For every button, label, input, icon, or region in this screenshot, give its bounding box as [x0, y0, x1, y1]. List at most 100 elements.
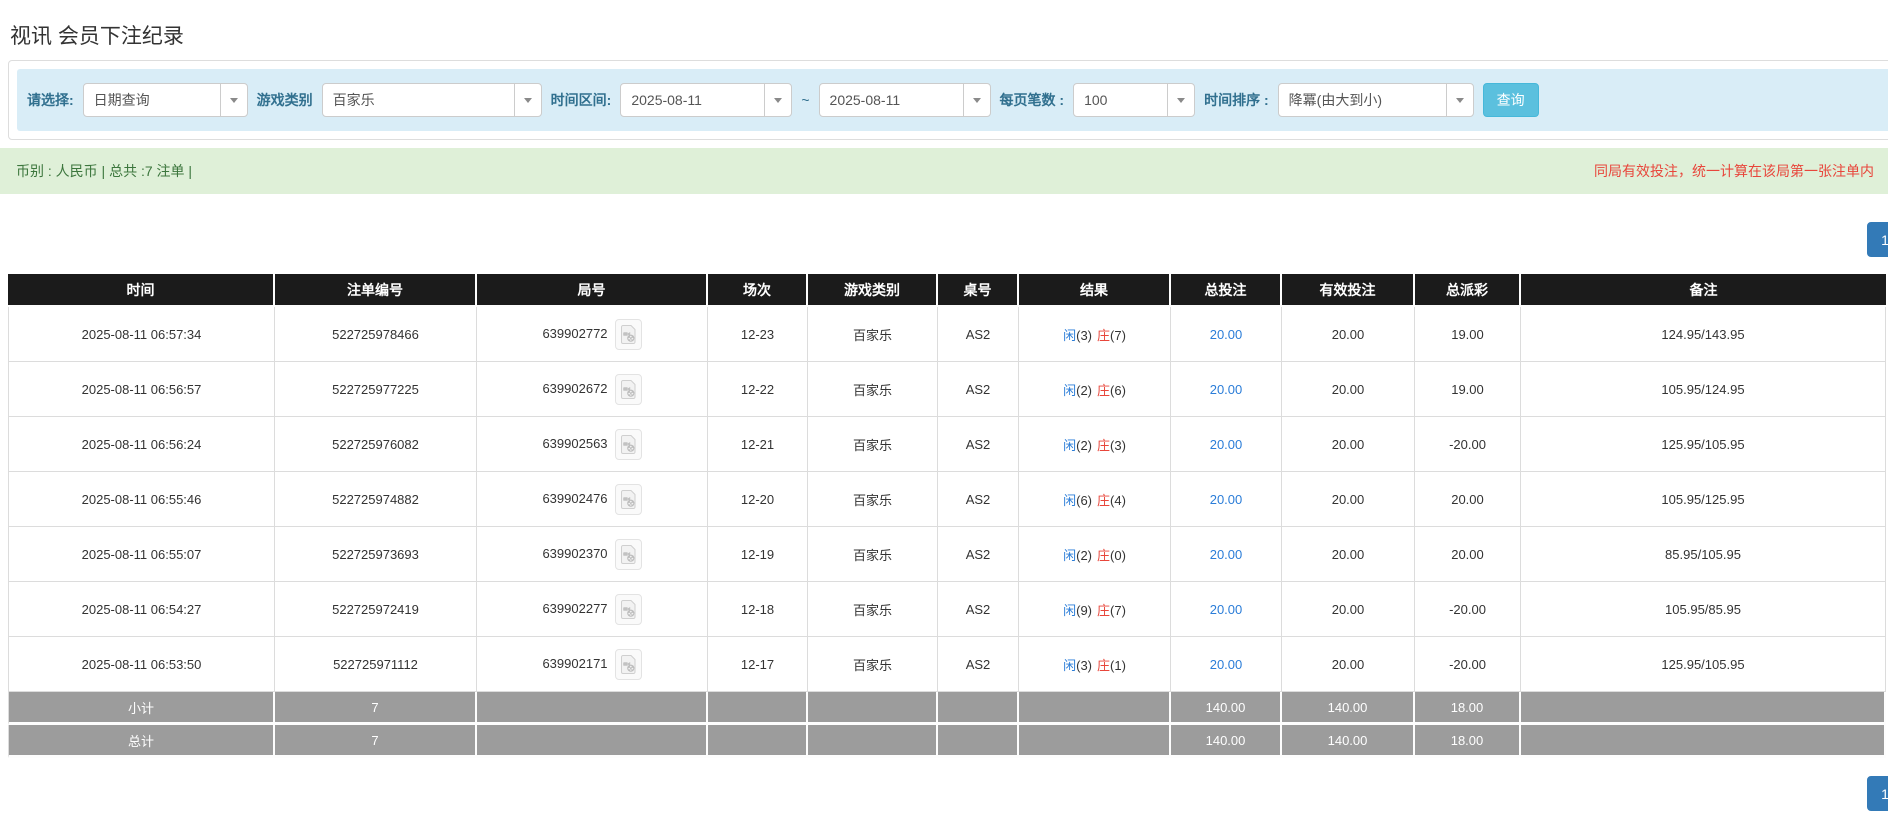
bet-records-table: 时间 注单编号 局号 场次 游戏类别 桌号 结果 总投注 有效投注 总派彩 备注…: [8, 274, 1886, 758]
cell-session: 12-18: [708, 582, 808, 637]
bet-total-link[interactable]: 20.00: [1210, 437, 1243, 452]
cell-payout: -20.00: [1415, 582, 1521, 637]
cell-table-no: AS2: [938, 527, 1019, 582]
search-button[interactable]: 查询: [1483, 83, 1539, 117]
result-banker-points: (4): [1110, 493, 1126, 508]
cell-valid-bet: 20.00: [1282, 307, 1415, 362]
result-player-label: 闲: [1063, 548, 1076, 563]
subtotal-bet-total: 140.00: [1171, 692, 1282, 725]
query-type-select[interactable]: 日期查询: [83, 83, 248, 117]
result-banker-points: (0): [1110, 548, 1126, 563]
grand-total-count: 7: [275, 725, 477, 758]
result-banker-label: 庄: [1097, 603, 1110, 618]
cell-bet-id: 522725978466: [275, 307, 477, 362]
range-separator: ~: [801, 92, 809, 108]
cell-table-no: AS2: [938, 637, 1019, 692]
result-banker-label: 庄: [1097, 548, 1110, 563]
cell-table-no: AS2: [938, 307, 1019, 362]
grand-total-label: 总计: [8, 725, 275, 758]
cell-bet-total: 20.00: [1171, 362, 1282, 417]
cell-session: 12-20: [708, 472, 808, 527]
chevron-down-icon: [514, 84, 541, 116]
bet-total-link[interactable]: 20.00: [1210, 492, 1243, 507]
date-range-label: 时间区间:: [551, 90, 612, 110]
table-row: 2025-08-11 06:57:34 522725978466 6399027…: [8, 307, 1886, 362]
page-size-select[interactable]: 100: [1073, 83, 1195, 117]
grand-total-payout: 18.00: [1415, 725, 1521, 758]
cell-game-type: 百家乐: [808, 637, 938, 692]
table-body: 2025-08-11 06:57:34 522725978466 6399027…: [8, 307, 1886, 692]
cell-bet-id: 522725971112: [275, 637, 477, 692]
cell-payout: 20.00: [1415, 472, 1521, 527]
bet-total-link[interactable]: 20.00: [1210, 382, 1243, 397]
result-player-label: 闲: [1063, 603, 1076, 618]
game-category-select[interactable]: 百家乐: [322, 83, 542, 117]
cell-time: 2025-08-11 06:55:46: [8, 472, 275, 527]
cell-game-type: 百家乐: [808, 527, 938, 582]
cell-table-no: AS2: [938, 417, 1019, 472]
result-player-points: (3): [1076, 658, 1092, 673]
filter-panel: 请选择: 日期查询 游戏类别 百家乐 时间区间: 2025-08-11 ~ 20…: [8, 60, 1888, 140]
cell-bet-id: 522725974882: [275, 472, 477, 527]
cell-table-no: AS2: [938, 472, 1019, 527]
cell-game-type: 百家乐: [808, 362, 938, 417]
cell-time: 2025-08-11 06:54:27: [8, 582, 275, 637]
cell-round: 639902672: [477, 362, 708, 417]
col-result: 结果: [1019, 274, 1171, 307]
date-from-value: 2025-08-11: [621, 84, 764, 116]
grand-total-row: 总计 7 140.00 140.00 18.00: [8, 725, 1886, 758]
table-row: 2025-08-11 06:56:24 522725976082 6399025…: [8, 417, 1886, 472]
video-record-icon[interactable]: [615, 539, 642, 570]
cell-payout: 19.00: [1415, 362, 1521, 417]
cell-payout: 19.00: [1415, 307, 1521, 362]
result-banker-points: (1): [1110, 658, 1126, 673]
video-record-icon[interactable]: [615, 649, 642, 680]
cell-bet-id: 522725977225: [275, 362, 477, 417]
result-player-points: (9): [1076, 603, 1092, 618]
query-type-value: 日期查询: [84, 84, 220, 116]
col-valid-bet: 有效投注: [1282, 274, 1415, 307]
result-player-points: (6): [1076, 493, 1092, 508]
cell-bet-total: 20.00: [1171, 637, 1282, 692]
video-record-icon[interactable]: [615, 484, 642, 515]
cell-session: 12-23: [708, 307, 808, 362]
sort-order-select[interactable]: 降冪(由大到小): [1278, 83, 1474, 117]
page-1-button[interactable]: 1: [1867, 776, 1888, 811]
cell-game-type: 百家乐: [808, 417, 938, 472]
cell-remark: 105.95/85.95: [1521, 582, 1886, 637]
video-record-icon[interactable]: [615, 374, 642, 405]
pagination-top: 1: [0, 194, 1888, 274]
video-record-icon[interactable]: [615, 429, 642, 460]
col-game-type: 游戏类别: [808, 274, 938, 307]
filter-bar: 请选择: 日期查询 游戏类别 百家乐 时间区间: 2025-08-11 ~ 20…: [17, 69, 1888, 131]
cell-result: 闲(3)庄(1): [1019, 637, 1171, 692]
page-size-value: 100: [1074, 84, 1167, 116]
cell-bet-total: 20.00: [1171, 307, 1282, 362]
page-1-button[interactable]: 1: [1867, 222, 1888, 257]
cell-result: 闲(6)庄(4): [1019, 472, 1171, 527]
date-from-select[interactable]: 2025-08-11: [620, 83, 792, 117]
date-to-select[interactable]: 2025-08-11: [819, 83, 991, 117]
page-title: 视讯 会员下注纪录: [10, 20, 1888, 46]
bet-total-link[interactable]: 20.00: [1210, 547, 1243, 562]
bet-total-link[interactable]: 20.00: [1210, 327, 1243, 342]
valid-bet-notice: 同局有效投注，统一计算在该局第一张注单内: [1594, 161, 1874, 181]
bet-total-link[interactable]: 20.00: [1210, 657, 1243, 672]
currency-total-text: 币别 : 人民币 | 总共 :7 注单 |: [16, 161, 192, 181]
summary-bar: 币别 : 人民币 | 总共 :7 注单 | 同局有效投注，统一计算在该局第一张注…: [0, 148, 1888, 194]
cell-result: 闲(2)庄(3): [1019, 417, 1171, 472]
chevron-down-icon: [1167, 84, 1194, 116]
cell-table-no: AS2: [938, 582, 1019, 637]
cell-remark: 125.95/105.95: [1521, 637, 1886, 692]
result-player-label: 闲: [1063, 658, 1076, 673]
result-banker-label: 庄: [1097, 438, 1110, 453]
video-record-icon[interactable]: [615, 319, 642, 350]
subtotal-count: 7: [275, 692, 477, 725]
col-bet-total: 总投注: [1171, 274, 1282, 307]
bet-total-link[interactable]: 20.00: [1210, 602, 1243, 617]
video-record-icon[interactable]: [615, 594, 642, 625]
cell-round: 639902171: [477, 637, 708, 692]
cell-remark: 85.95/105.95: [1521, 527, 1886, 582]
query-type-label: 请选择:: [27, 90, 74, 110]
result-player-label: 闲: [1063, 328, 1076, 343]
